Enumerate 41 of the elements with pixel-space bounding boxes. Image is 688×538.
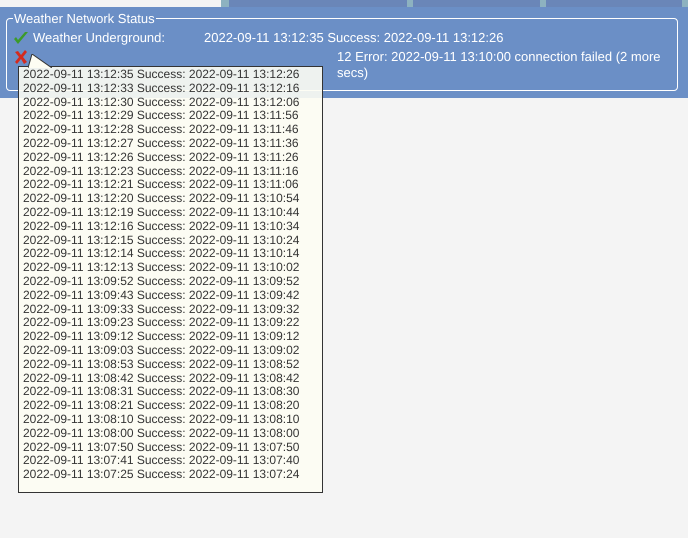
history-entry: 2022-09-11 13:12:21 Success: 2022-09-11 13:11:06 xyxy=(23,178,300,192)
history-entry: 2022-09-11 13:12:20 Success: 2022-09-11 13:10:54 xyxy=(23,192,300,206)
tab[interactable] xyxy=(546,0,682,7)
history-entry: 2022-09-11 13:07:25 Success: 2022-09-11 13:07:24 xyxy=(23,468,300,482)
history-entry: 2022-09-11 13:12:19 Success: 2022-09-11 13:10:44 xyxy=(23,206,300,220)
history-entry: 2022-09-11 13:12:35 Success: 2022-09-11 13:12:26 xyxy=(23,68,300,82)
history-entry: 2022-09-11 13:08:21 Success: 2022-09-11 13:08:20 xyxy=(23,399,300,413)
tab[interactable] xyxy=(413,0,540,7)
history-entry: 2022-09-11 13:09:43 Success: 2022-09-11 13:09:42 xyxy=(23,288,300,303)
history-entry: 2022-09-11 13:07:41 Success: 2022-09-11 13:07:40 xyxy=(23,454,300,468)
status-text: secs) xyxy=(337,65,370,81)
history-entry: 2022-09-11 13:09:12 Success: 2022-09-11 13:09:12 xyxy=(23,330,300,344)
history-entry: 2022-09-11 13:12:28 Success: 2022-09-11 13:11:46 xyxy=(23,123,300,137)
error-x-icon xyxy=(13,49,29,65)
history-entry: 2022-09-11 13:08:31 Success: 2022-09-11 13:08:30 xyxy=(23,385,300,400)
history-entry: 2022-09-11 13:12:29 Success: 2022-09-11 13:11:56 xyxy=(23,109,300,124)
history-entry: 2022-09-11 13:12:16 Success: 2022-09-11 13:10:34 xyxy=(23,220,300,234)
history-entry: 2022-09-11 13:12:27 Success: 2022-09-11 13:11:36 xyxy=(23,136,300,151)
history-entry: 2022-09-11 13:12:33 Success: 2022-09-11 13:12:16 xyxy=(23,82,300,96)
service-label: Weather Underground: xyxy=(33,30,166,46)
history-entry: 2022-09-11 13:12:15 Success: 2022-09-11 13:10:24 xyxy=(23,234,300,248)
status-text: 12 Error: 2022-09-11 13:10:00 connection failed (2 more xyxy=(337,49,661,65)
history-entry: 2022-09-11 13:12:30 Success: 2022-09-11 13:12:06 xyxy=(23,96,300,110)
tab[interactable] xyxy=(229,0,408,7)
history-entry: 2022-09-11 13:08:53 Success: 2022-09-11 13:08:52 xyxy=(23,358,300,372)
tab[interactable] xyxy=(0,0,222,7)
history-entry: 2022-09-11 13:09:52 Success: 2022-09-11 13:09:52 xyxy=(23,274,300,289)
history-entry: 2022-09-11 13:08:00 Success: 2022-09-11 13:08:00 xyxy=(23,426,300,441)
history-entry: 2022-09-11 13:08:42 Success: 2022-09-11 13:08:42 xyxy=(23,372,300,386)
checkmark-icon xyxy=(13,30,29,46)
history-entry: 2022-09-11 13:12:23 Success: 2022-09-11 13:11:16 xyxy=(23,164,300,178)
history-entry: 2022-09-11 13:12:14 Success: 2022-09-11 13:10:14 xyxy=(23,247,300,262)
history-entry: 2022-09-11 13:07:50 Success: 2022-09-11 13:07:50 xyxy=(23,440,300,454)
history-entry: 2022-09-11 13:09:03 Success: 2022-09-11 13:09:02 xyxy=(23,344,300,358)
history-entry: 2022-09-11 13:09:23 Success: 2022-09-11 13:09:22 xyxy=(23,316,300,330)
status-text: 2022-09-11 13:12:35 Success: 2022-09-11 13:12:26 xyxy=(204,30,504,46)
history-entry: 2022-09-11 13:08:10 Success: 2022-09-11 13:08:10 xyxy=(23,412,300,427)
history-entry: 2022-09-11 13:12:26 Success: 2022-09-11 13:11:26 xyxy=(23,150,300,165)
section-legend: Weather Network Status xyxy=(13,11,156,26)
history-entry: 2022-09-11 13:09:33 Success: 2022-09-11 13:09:32 xyxy=(23,302,300,316)
history-entry: 2022-09-11 13:12:13 Success: 2022-09-11 13:10:02 xyxy=(23,261,300,275)
